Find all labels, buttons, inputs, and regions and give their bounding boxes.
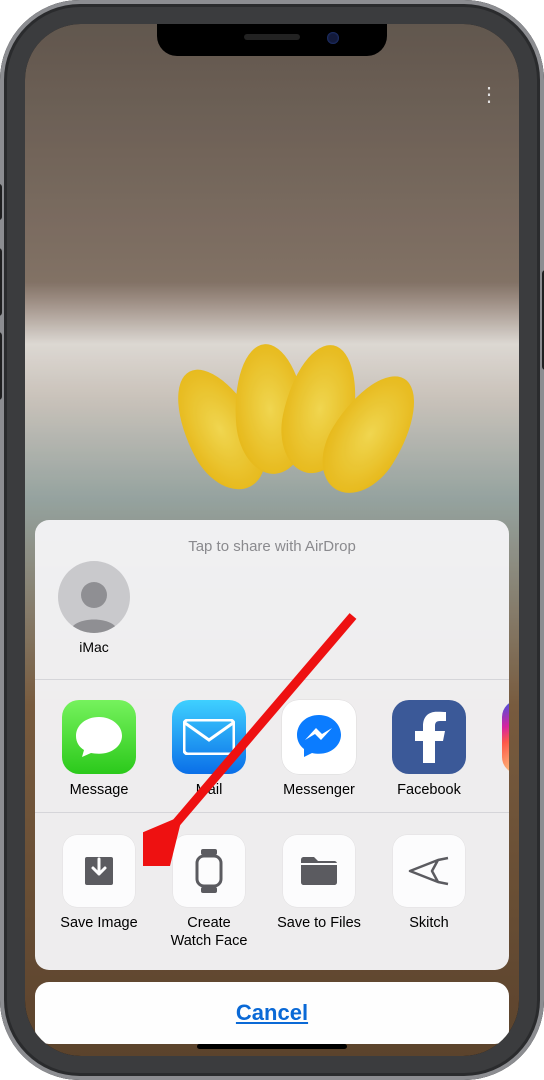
share-sheet: Tap to share with AirDrop iMac	[35, 520, 509, 1044]
action-label: CreateWatch Face	[171, 915, 248, 950]
messenger-icon	[282, 700, 356, 774]
share-app-facebook[interactable]: Facebook	[383, 700, 475, 798]
app-label: Facebook	[397, 782, 461, 798]
phone-frame: ⋮ Tap to share with AirDrop	[0, 0, 544, 1080]
watch-icon	[173, 835, 245, 907]
action-skitch[interactable]: Skitch	[383, 835, 475, 950]
share-app-message[interactable]: Message	[53, 700, 145, 798]
actions-section: Save Image CreateWatch Face	[35, 812, 509, 970]
share-app-messenger[interactable]: Messenger	[273, 700, 365, 798]
share-app-instagram[interactable]: I	[493, 700, 509, 798]
volume-down	[0, 332, 2, 400]
message-icon	[62, 700, 136, 774]
action-save-to-files[interactable]: Save to Files	[273, 835, 365, 950]
action-create-watch-face[interactable]: CreateWatch Face	[163, 835, 255, 950]
share-panel: Tap to share with AirDrop iMac	[35, 520, 509, 970]
airdrop-section: Tap to share with AirDrop iMac	[35, 520, 509, 679]
screen: ⋮ Tap to share with AirDrop	[25, 24, 519, 1056]
facebook-icon	[392, 700, 466, 774]
save-image-icon	[63, 835, 135, 907]
notch	[157, 24, 387, 56]
airdrop-target-imac[interactable]: iMac	[55, 561, 133, 655]
action-label: Skitch	[409, 915, 449, 932]
mail-icon	[172, 700, 246, 774]
share-app-mail[interactable]: Mail	[163, 700, 255, 798]
app-label: Message	[70, 782, 129, 798]
airdrop-title: Tap to share with AirDrop	[35, 528, 509, 561]
home-indicator[interactable]	[197, 1044, 347, 1049]
cancel-button[interactable]: Cancel	[35, 982, 509, 1044]
flower-graphic	[165, 339, 425, 499]
skitch-icon	[393, 835, 465, 907]
airdrop-target-label: iMac	[79, 639, 109, 655]
action-save-image[interactable]: Save Image	[53, 835, 145, 950]
instagram-icon	[502, 700, 509, 774]
apps-section: Message Mail Messenger	[35, 679, 509, 812]
app-label: Mail	[196, 782, 223, 798]
folder-icon	[283, 835, 355, 907]
app-label: Messenger	[283, 782, 355, 798]
action-label: Save to Files	[277, 915, 361, 932]
action-label: Save Image	[60, 915, 137, 932]
more-icon[interactable]: ⋮	[479, 82, 501, 107]
person-silhouette-icon	[58, 561, 130, 633]
volume-up	[0, 248, 2, 316]
cancel-label: Cancel	[236, 1000, 308, 1026]
mute-switch	[0, 184, 2, 220]
